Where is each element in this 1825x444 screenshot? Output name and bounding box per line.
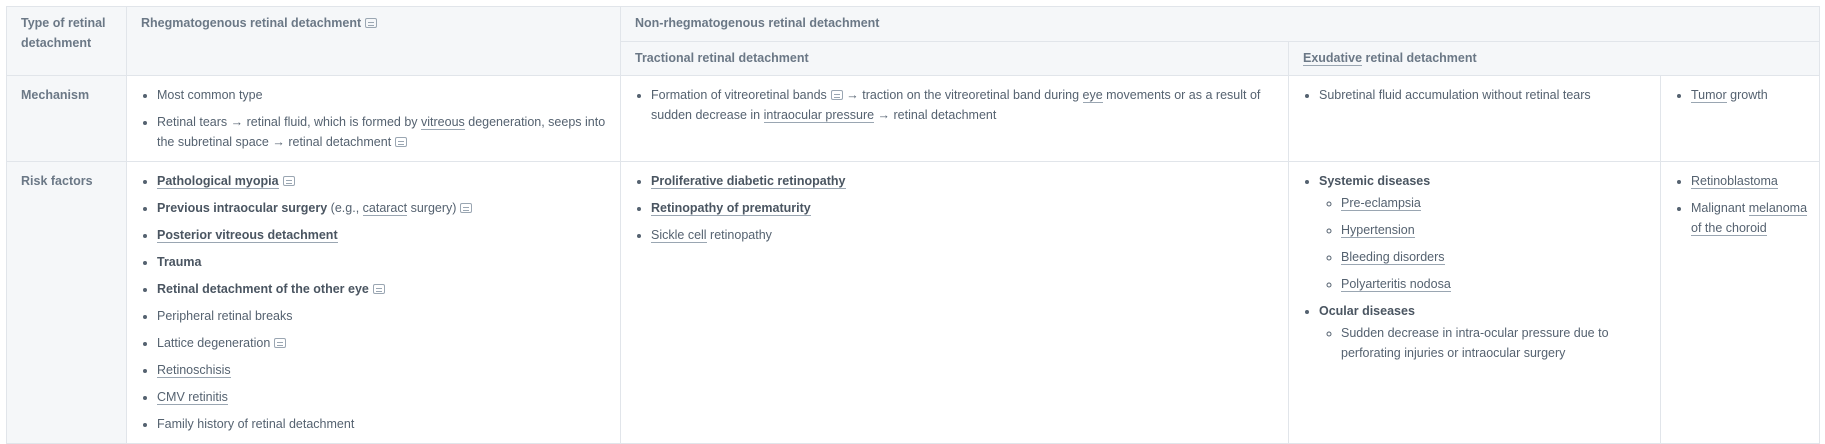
retinoschisis-link[interactable]: Retinoschisis xyxy=(157,363,231,378)
pre-eclampsia-link[interactable]: Pre-eclampsia xyxy=(1341,196,1421,211)
header-tractional: Tractional retinal detachment xyxy=(620,41,1289,76)
list-item: Posterior vitreous detachment xyxy=(157,225,610,245)
note-icon[interactable] xyxy=(274,338,287,348)
pathological-myopia-link[interactable]: Pathological myopia xyxy=(157,174,279,189)
mechanism-tractional: Formation of vitreoretinal bands → tract… xyxy=(620,75,1289,162)
list-item: Peripheral retinal breaks xyxy=(157,306,610,326)
list-item: Malignant melanoma of the choroid xyxy=(1691,198,1809,238)
risk-exudative: Systemic diseases Pre-eclampsia Hyperten… xyxy=(1288,161,1661,444)
header-non-rhegmatogenous: Non-rhegmatogenous retinal detachment xyxy=(620,6,1820,42)
bleeding-disorders-link[interactable]: Bleeding disorders xyxy=(1341,250,1445,265)
list-item: Bleeding disorders xyxy=(1341,247,1650,267)
list-item: Ocular diseases Sudden decrease in intra… xyxy=(1319,301,1650,363)
list-item: Pre-eclampsia xyxy=(1341,193,1650,213)
eye-link[interactable]: eye xyxy=(1082,88,1103,103)
list-item: Retinopathy of prematurity xyxy=(651,198,1278,218)
risk-tractional: Proliferative diabetic retinopathy Retin… xyxy=(620,161,1289,444)
list-item: CMV retinitis xyxy=(157,387,610,407)
list-item: Polyarteritis nodosa xyxy=(1341,274,1650,294)
cataract-link[interactable]: cataract xyxy=(362,201,408,216)
retinoblastoma-link[interactable]: Retinoblastoma xyxy=(1691,174,1778,189)
list-item: Subretinal fluid accumulation without re… xyxy=(1319,85,1650,105)
tumor-link[interactable]: Tumor xyxy=(1691,88,1727,103)
list-item: Hypertension xyxy=(1341,220,1650,240)
vitreous-link[interactable]: vitreous xyxy=(421,115,465,130)
header-rhegmatogenous: Rhegmatogenous retinal detachment xyxy=(126,6,621,76)
list-item: Sickle cell retinopathy xyxy=(651,225,1278,245)
risk-factors-row: Risk factors Pathological myopia Previou… xyxy=(6,161,1820,444)
note-icon[interactable] xyxy=(365,18,378,28)
row-label-mechanism: Mechanism xyxy=(6,75,127,162)
list-item: Proliferative diabetic retinopathy xyxy=(651,171,1278,191)
list-item: Family history of retinal detachment xyxy=(157,414,610,434)
header-rhegmatogenous-label: Rhegmatogenous retinal detachment xyxy=(141,16,362,30)
note-icon[interactable] xyxy=(372,284,385,294)
posterior-vitreous-detachment-link[interactable]: Posterior vitreous detachment xyxy=(157,228,338,243)
note-icon[interactable] xyxy=(830,90,843,100)
cmv-retinitis-link[interactable]: CMV retinitis xyxy=(157,390,228,405)
risk-tumor: Retinoblastoma Malignant melanoma of the… xyxy=(1660,161,1820,444)
sickle-cell-link[interactable]: Sickle cell xyxy=(651,228,707,243)
list-item: Retinal detachment of the other eye xyxy=(157,279,610,299)
list-item: Formation of vitreoretinal bands → tract… xyxy=(651,85,1278,125)
list-item: Systemic diseases Pre-eclampsia Hyperten… xyxy=(1319,171,1650,294)
note-icon[interactable] xyxy=(282,176,295,186)
polyarteritis-nodosa-link[interactable]: Polyarteritis nodosa xyxy=(1341,277,1451,292)
list-item: Sudden decrease in intra-ocular pressure… xyxy=(1341,323,1650,363)
list-item: Trauma xyxy=(157,252,610,272)
list-item: Most common type xyxy=(157,85,610,105)
header-type: Type of retinal detachment xyxy=(6,6,127,76)
mechanism-row: Mechanism Most common type Retinal tears… xyxy=(6,75,1820,162)
list-item: Lattice degeneration xyxy=(157,333,610,353)
note-icon[interactable] xyxy=(460,203,473,213)
row-label-risk-factors: Risk factors xyxy=(6,161,127,444)
intraocular-pressure-link[interactable]: intraocular pressure xyxy=(763,108,875,123)
mechanism-exudative: Subretinal fluid accumulation without re… xyxy=(1288,75,1661,162)
retinal-detachment-table: Type of retinal detachment Rhegmatogenou… xyxy=(6,6,1820,444)
list-item: Pathological myopia xyxy=(157,171,610,191)
risk-rhegmatogenous: Pathological myopia Previous intraocular… xyxy=(126,161,621,444)
exudative-link[interactable]: Exudative xyxy=(1303,51,1363,66)
header-exudative: Exudative retinal detachment xyxy=(1288,41,1820,76)
mechanism-rhegmatogenous: Most common type Retinal tears → retinal… xyxy=(126,75,621,162)
hypertension-link[interactable]: Hypertension xyxy=(1341,223,1415,238)
mechanism-tumor: Tumor growth xyxy=(1660,75,1820,162)
list-item: Retinoschisis xyxy=(157,360,610,380)
list-item: Retinal tears → retinal fluid, which is … xyxy=(157,112,610,152)
list-item: Tumor growth xyxy=(1691,85,1809,105)
proliferative-diabetic-retinopathy-link[interactable]: Proliferative diabetic retinopathy xyxy=(651,174,846,189)
retinopathy-of-prematurity-link[interactable]: Retinopathy of prematurity xyxy=(651,201,811,216)
note-icon[interactable] xyxy=(395,137,408,147)
list-item: Retinoblastoma xyxy=(1691,171,1809,191)
list-item: Previous intraocular surgery (e.g., cata… xyxy=(157,198,610,218)
